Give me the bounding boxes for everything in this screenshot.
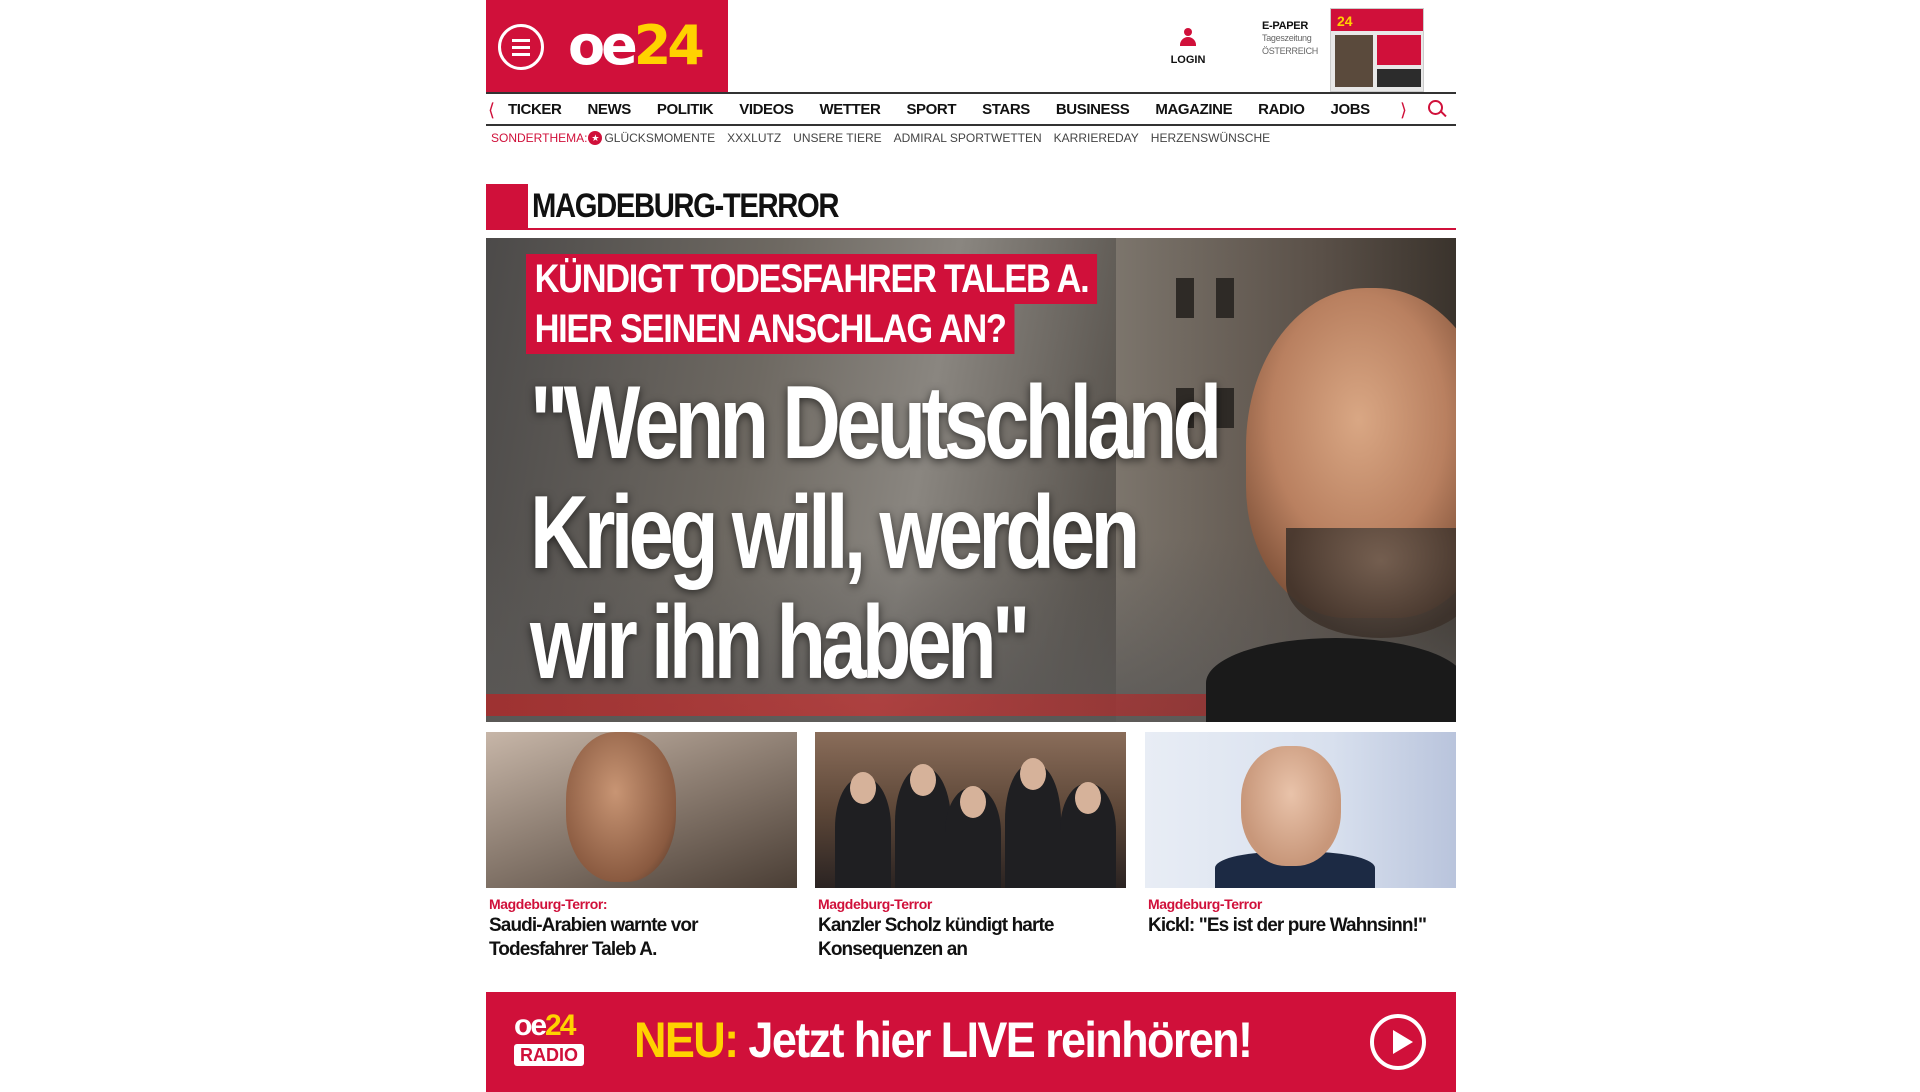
hamburger-menu-icon[interactable] xyxy=(498,24,544,70)
special-topic-item[interactable]: Glücksmomente xyxy=(604,131,715,145)
teaser-title: Saudi-Arabien warnte vor Todesfahrer Tal… xyxy=(489,915,698,960)
nav-item-politik[interactable]: POLITIK xyxy=(657,99,714,121)
nav-item-stars[interactable]: STARS xyxy=(982,99,1030,121)
play-icon[interactable] xyxy=(1370,1014,1426,1070)
nav-list: TICKER NEWS POLITIK VIDEOS WETTER SPORT STARS B… xyxy=(508,99,1396,121)
special-topic-item[interactable]: Unsere Tiere xyxy=(793,131,881,145)
epaper-publication: ÖSTERREICH xyxy=(1262,46,1319,56)
special-topic-item[interactable]: Herzenswünsche xyxy=(1151,131,1270,145)
epaper-title: E-PAPER xyxy=(1262,20,1308,32)
page: oe24 LOGIN E-PAPER Tageszeitung ÖSTERREI… xyxy=(486,0,1456,1092)
teaser-title: Kickl: "Es ist der pure Wahnsinn!" xyxy=(1148,915,1427,936)
teaser-image xyxy=(1145,732,1456,888)
hero-headline-line-2: Krieg will, werden xyxy=(530,475,1140,591)
hero-image-person-shirt xyxy=(1206,638,1456,722)
nav-item-sport[interactable]: SPORT xyxy=(906,99,956,121)
main-nav: ⟨ TICKER NEWS POLITIK VIDEOS WETTER SPORT STAR… xyxy=(486,92,1456,126)
radio-logo-tag: RADIO xyxy=(514,1044,584,1066)
radio-logo: oe24 RADIO xyxy=(514,1010,610,1066)
nav-item-jobs[interactable]: JOBS xyxy=(1331,99,1371,121)
hero-kicker-line-2: HIER SEINEN ANSCHLAG AN? xyxy=(526,304,1015,354)
teaser-card[interactable]: Magdeburg-Terror: Saudi-Arabien warnte v… xyxy=(486,732,797,962)
epaper-link[interactable]: E-PAPER Tageszeitung ÖSTERREICH xyxy=(1262,20,1324,58)
special-topic-item[interactable]: Admiral Sportwetten xyxy=(894,131,1042,145)
special-topics-bar: SONDERTHEMA: ★ Glücksmomente XXXLutz Unser… xyxy=(491,130,1282,146)
nav-item-radio[interactable]: RADIO xyxy=(1258,99,1305,121)
nav-item-videos[interactable]: VIDEOS xyxy=(739,99,794,121)
teaser-title: Kanzler Scholz kündigt harte Konsequenze… xyxy=(818,915,1054,960)
hero-headline: "Wenn Deutschland Krieg will, werden wir… xyxy=(530,365,1222,701)
hero-kicker: KÜNDIGT TODESFAHRER TALEB A. HIER SEINEN… xyxy=(526,254,1190,354)
logo-block: oe24 xyxy=(486,0,728,92)
teaser-kicker: Magdeburg-Terror xyxy=(818,896,932,912)
epaper-cover-thumbnail[interactable]: 24 xyxy=(1330,8,1424,92)
teaser-card[interactable]: Magdeburg-Terror Kanzler Scholz kündigt … xyxy=(815,732,1126,962)
teaser-kicker: Magdeburg-Terror: xyxy=(489,896,608,912)
user-icon xyxy=(1180,28,1196,46)
section-marker xyxy=(486,184,528,228)
radio-banner[interactable]: oe24 RADIO NEU: Jetzt hier LIVE reinhöre… xyxy=(486,992,1456,1092)
nav-scroll-left-icon[interactable]: ⟨ xyxy=(488,100,495,120)
login-label: LOGIN xyxy=(1170,54,1206,66)
section-title[interactable]: MAGDEBURG-TERROR xyxy=(532,186,839,226)
oe24-logo[interactable]: oe24 xyxy=(568,14,705,78)
special-topic-icon: ★ xyxy=(588,131,603,145)
hero-headline-line-1: "Wenn Deutschland xyxy=(530,365,1222,481)
teaser-image xyxy=(486,732,797,888)
nav-scroll-right-icon[interactable]: ⟩ xyxy=(1400,100,1407,120)
nav-item-business[interactable]: BUSINESS xyxy=(1056,99,1130,121)
nav-item-magazine[interactable]: MAGAZINE xyxy=(1155,99,1232,121)
teaser-image xyxy=(815,732,1126,888)
nav-item-wetter[interactable]: WETTER xyxy=(820,99,881,121)
site-header: oe24 LOGIN E-PAPER Tageszeitung ÖSTERREI… xyxy=(486,0,1456,92)
special-topic-label: SONDERTHEMA: xyxy=(491,131,588,145)
hero-headline-line-3: wir ihn haben" xyxy=(530,585,1030,701)
hero-kicker-line-1: KÜNDIGT TODESFAHRER TALEB A. xyxy=(526,254,1097,304)
special-topic-item[interactable]: XXXLutz xyxy=(727,131,781,145)
hero-article[interactable]: KÜNDIGT TODESFAHRER TALEB A. HIER SEINEN… xyxy=(486,238,1456,722)
epaper-subtitle: Tageszeitung xyxy=(1262,33,1312,43)
section-header: MAGDEBURG-TERROR xyxy=(486,184,1456,230)
search-icon[interactable] xyxy=(1428,100,1446,118)
teaser-row: Magdeburg-Terror: Saudi-Arabien warnte v… xyxy=(486,732,1456,972)
teaser-kicker: Magdeburg-Terror xyxy=(1148,896,1262,912)
nav-item-ticker[interactable]: TICKER xyxy=(508,99,562,121)
radio-banner-text: NEU: Jetzt hier LIVE reinhören! xyxy=(634,1012,1253,1068)
teaser-card[interactable]: Magdeburg-Terror Kickl: "Es ist der pure… xyxy=(1145,732,1456,938)
login-button[interactable]: LOGIN xyxy=(1162,28,1214,68)
special-topic-item[interactable]: KARRIEREDAY xyxy=(1054,131,1139,145)
nav-item-news[interactable]: NEWS xyxy=(587,99,631,121)
